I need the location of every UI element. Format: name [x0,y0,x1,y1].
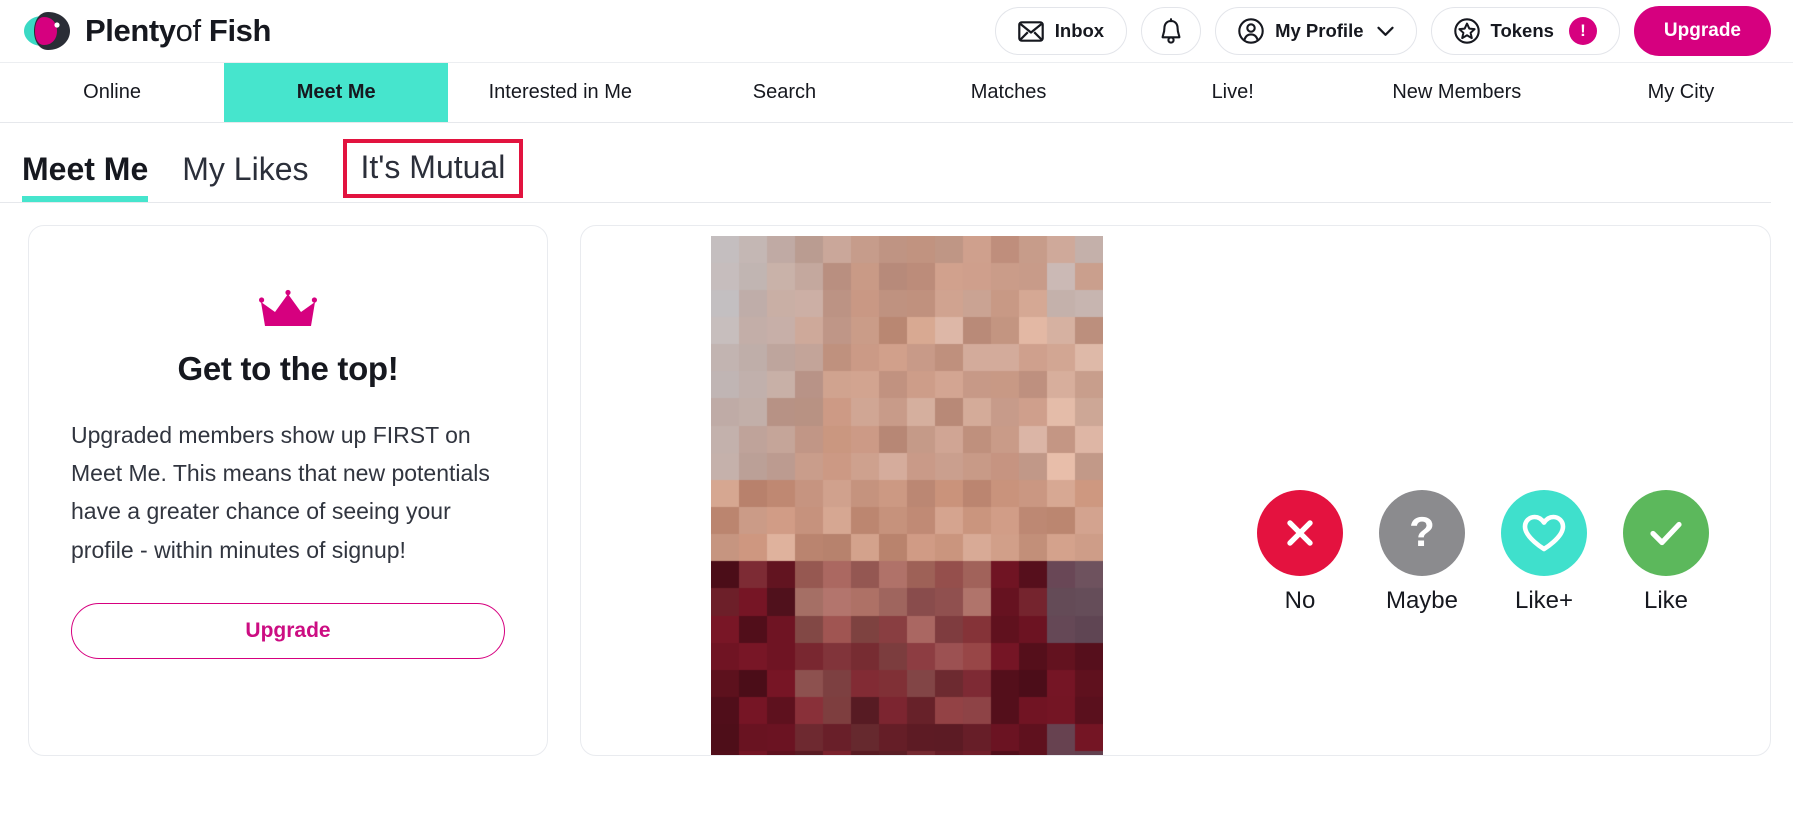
envelope-icon [1017,20,1044,42]
app-header: Plentyof Fish Inbox My Profile Tokens ! … [0,0,1793,62]
brand-name: Plentyof Fish [85,13,271,49]
action-like[interactable]: Like [1623,490,1709,615]
brand-name-part3: Fish [208,13,272,48]
upgrade-button-promo[interactable]: Upgrade [71,602,505,659]
action-no[interactable]: No [1257,490,1343,615]
my-profile-button[interactable]: My Profile [1215,7,1417,55]
like-plus-label: Like+ [1514,587,1574,614]
tokens-button[interactable]: Tokens ! [1430,7,1620,55]
notifications-button[interactable] [1141,7,1202,55]
tab-meet-me[interactable]: Meet Me [22,151,182,202]
nav-item-search[interactable]: Search [672,63,896,122]
no-button[interactable] [1257,490,1343,576]
like-label: Like [1643,587,1689,614]
maybe-label: Maybe [1385,587,1459,614]
user-circle-icon [1238,18,1264,44]
main-content: Get to the top! Upgraded members show up… [0,203,1793,756]
heart-outline-icon [1522,514,1566,552]
nav-item-interested-in-me[interactable]: Interested in Me [448,63,672,122]
brand-name-part1: Plenty [85,13,176,48]
no-label: No [1284,587,1316,614]
profile-photo-canvas[interactable] [711,236,1103,755]
tokens-label: Tokens [1490,20,1554,41]
tokens-alert-badge[interactable]: ! [1568,17,1597,45]
chevron-down-icon [1376,26,1394,36]
nav-item-meet-me[interactable]: Meet Me [224,63,449,122]
nav-item-new-members[interactable]: New Members [1345,63,1569,122]
tab-its-mutual[interactable]: It's Mutual [342,139,524,198]
my-profile-label: My Profile [1275,20,1364,41]
sub-tabs: Meet Me My Likes It's Mutual [0,123,1771,203]
like-button[interactable] [1623,490,1709,576]
svg-text:?: ? [1409,508,1435,555]
bell-icon [1161,18,1181,44]
profile-actions: No ? Maybe Like+ Like [1257,490,1709,615]
promo-title: Get to the top! [177,350,399,387]
question-icon: ? [1409,508,1435,555]
inbox-label: Inbox [1054,20,1105,41]
upgrade-button-header[interactable]: Upgrade [1633,6,1771,56]
nav-item-online[interactable]: Online [0,63,224,122]
profile-photo[interactable] [711,236,1103,755]
nav-item-live[interactable]: Live! [1121,63,1345,122]
fish-logo-icon [24,12,70,50]
promo-body-text: Upgraded members show up FIRST on Meet M… [71,422,490,563]
nav-item-my-city[interactable]: My City [1569,63,1793,122]
maybe-button[interactable]: ? [1379,490,1465,576]
tab-my-likes[interactable]: My Likes [182,151,334,202]
upgrade-promo-card: Get to the top! Upgraded members show up… [28,225,548,756]
action-like-plus[interactable]: Like+ [1501,490,1587,615]
inbox-button[interactable]: Inbox [994,7,1128,55]
check-icon [1650,521,1682,546]
brand-logo[interactable]: Plentyof Fish [22,10,271,52]
star-circle-icon [1453,18,1480,44]
nav-item-matches[interactable]: Matches [897,63,1121,122]
crown-icon [259,289,317,326]
action-maybe[interactable]: ? Maybe [1379,490,1465,615]
x-icon [1287,520,1313,546]
profile-card: No ? Maybe Like+ Like [580,225,1771,756]
header-actions: Inbox My Profile Tokens ! Upgrade [994,6,1771,56]
main-navigation: Online Meet Me Interested in Me Search M… [0,62,1793,123]
like-plus-button[interactable] [1501,490,1587,576]
brand-name-part2: of [175,13,201,48]
